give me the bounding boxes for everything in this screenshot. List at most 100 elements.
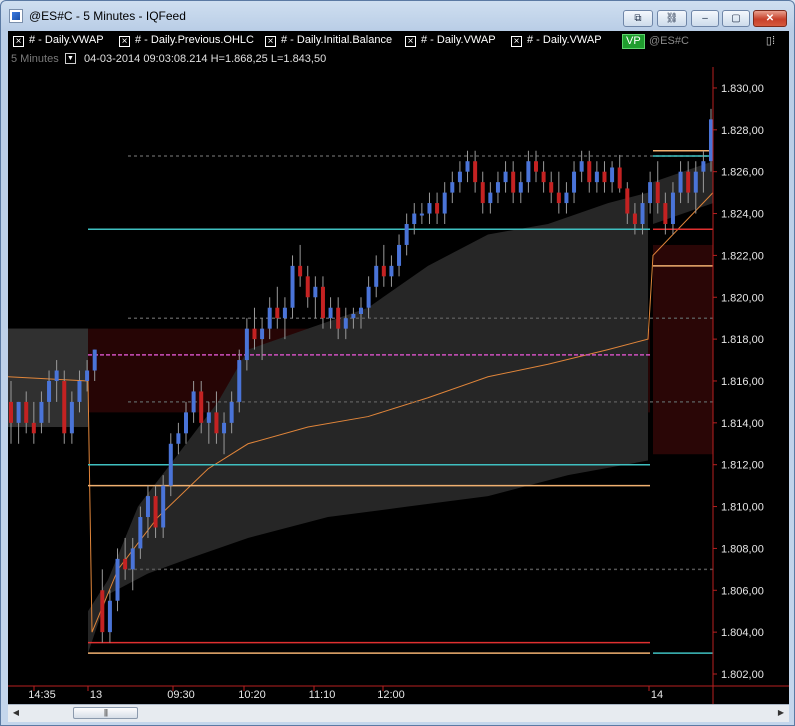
title-bar[interactable]: @ES#C - 5 Minutes - IQFeed ⧉ ⛓ – ▢ ✕ [1, 1, 794, 31]
candle-body [305, 276, 310, 298]
price-tick-label: 1.814,00 [721, 418, 764, 430]
link-button[interactable]: ⛓ [657, 10, 687, 27]
indicator-daily-vwap-3[interactable]: × # - Daily.VWAP [511, 34, 602, 47]
candle-body [397, 244, 402, 266]
value-area-region-day2 [653, 244, 713, 455]
candle-body [450, 182, 455, 193]
candle-body [115, 558, 120, 601]
candle-body [252, 328, 257, 340]
candle-body [313, 286, 318, 298]
price-tick-label: 1.818,00 [721, 334, 764, 346]
pin-icon[interactable]: ▯⁞ [766, 34, 775, 47]
chevron-down-icon[interactable]: ▼ [65, 53, 76, 64]
close-icon[interactable]: × [265, 36, 276, 47]
price-tick-label: 1.810,00 [721, 502, 764, 514]
candle-body [85, 370, 90, 381]
candle-body [556, 192, 561, 204]
window-title: @ES#C - 5 Minutes - IQFeed [29, 9, 186, 23]
close-button[interactable]: ✕ [753, 10, 787, 27]
candle-body [381, 265, 386, 277]
close-icon[interactable]: × [119, 36, 130, 47]
candle-body [670, 192, 675, 225]
candle-body [693, 171, 698, 193]
scroll-left-arrow-icon[interactable]: ◀ [10, 707, 22, 719]
candle-body [100, 590, 105, 633]
candle-body [168, 443, 173, 486]
candle-body [260, 328, 265, 340]
indicator-initial-balance[interactable]: × # - Daily.Initial.Balance [265, 34, 392, 47]
candle-body [31, 422, 36, 434]
bar-info: 04-03-2014 09:03:08.214 H=1.868,25 L=1.8… [84, 53, 327, 65]
candle-body [328, 307, 333, 319]
candle-body [62, 380, 67, 434]
scroll-right-arrow-icon[interactable]: ▶ [775, 707, 787, 719]
candle-body [229, 401, 234, 423]
indicator-label: # - Daily.VWAP [421, 34, 496, 46]
candle-body [24, 401, 29, 423]
candle-body [351, 314, 356, 319]
candle-body [457, 171, 462, 183]
candle-body [640, 203, 645, 225]
price-tick-label: 1.828,00 [721, 125, 764, 137]
candle-body [473, 161, 478, 183]
restore-alt-button[interactable]: ⧉ [623, 10, 653, 27]
vp-badge[interactable]: VP [622, 34, 645, 49]
candle-body [199, 391, 204, 423]
horizontal-scrollbar[interactable]: ◀ ||| ▶ [8, 704, 789, 722]
chart-panel: 1.802,00 1.804,00 1.806,00 1.808,00 1.810,00… [8, 31, 789, 722]
candle-body [184, 412, 188, 434]
time-tick-label: 14:35 [28, 689, 56, 701]
candle-body [412, 213, 417, 225]
candle-body [244, 328, 249, 361]
close-icon[interactable]: × [405, 36, 416, 47]
price-tick-label: 1.806,00 [721, 585, 764, 597]
candle-body [374, 265, 379, 287]
candle-body [54, 370, 59, 381]
price-tick-label: 1.808,00 [721, 543, 764, 555]
timeframe-label: 5 Minutes [11, 53, 59, 65]
candle-body [579, 161, 584, 172]
candle-body [92, 349, 97, 371]
price-tick-label: 1.826,00 [721, 167, 764, 179]
candle-body [145, 496, 150, 518]
candle-body [701, 161, 706, 172]
candle-body [237, 360, 242, 402]
candle-body [343, 318, 348, 329]
price-chart[interactable]: 1.802,00 1.804,00 1.806,00 1.808,00 1.810,00… [8, 31, 789, 704]
candle-body [587, 161, 592, 183]
time-tick-label: 10:20 [238, 689, 266, 701]
candle-body [549, 182, 554, 193]
candle-body [359, 307, 363, 315]
indicator-daily-vwap-1[interactable]: × # - Daily.VWAP [13, 34, 104, 47]
info-row: 5 Minutes ▼ 04-03-2014 09:03:08.214 H=1.… [8, 51, 789, 67]
time-tick-label: 13 [90, 689, 102, 701]
maximize-button[interactable]: ▢ [722, 10, 750, 27]
candle-body [9, 401, 13, 423]
close-icon[interactable]: × [13, 36, 24, 47]
candle-body [709, 119, 713, 162]
indicator-label: # - Daily.VWAP [29, 34, 104, 46]
candle-body [222, 422, 227, 434]
candle-body [610, 167, 615, 183]
candle-body [214, 412, 219, 434]
price-tick-label: 1.812,00 [721, 460, 764, 472]
candle-body [617, 167, 622, 189]
price-tick-label: 1.804,00 [721, 627, 764, 639]
scroll-thumb[interactable]: ||| [73, 707, 138, 719]
close-icon[interactable]: × [511, 36, 522, 47]
minimize-button[interactable]: – [691, 10, 719, 27]
price-tick-label: 1.802,00 [721, 669, 764, 681]
candle-body [320, 286, 325, 319]
candle-body [495, 182, 500, 193]
candle-body [47, 380, 52, 402]
candle-body [130, 548, 135, 570]
price-tick-label: 1.820,00 [721, 292, 764, 304]
candle-body [267, 307, 272, 329]
candle-body [206, 412, 211, 423]
candle-body [427, 203, 432, 214]
indicator-toolbar: × # - Daily.VWAP × # - Daily.Previous.OHLC… [8, 31, 789, 51]
candle-body [290, 265, 295, 308]
candle-body [336, 307, 341, 329]
indicator-daily-vwap-2[interactable]: × # - Daily.VWAP [405, 34, 496, 47]
indicator-previous-ohlc[interactable]: × # - Daily.Previous.OHLC [119, 34, 254, 47]
